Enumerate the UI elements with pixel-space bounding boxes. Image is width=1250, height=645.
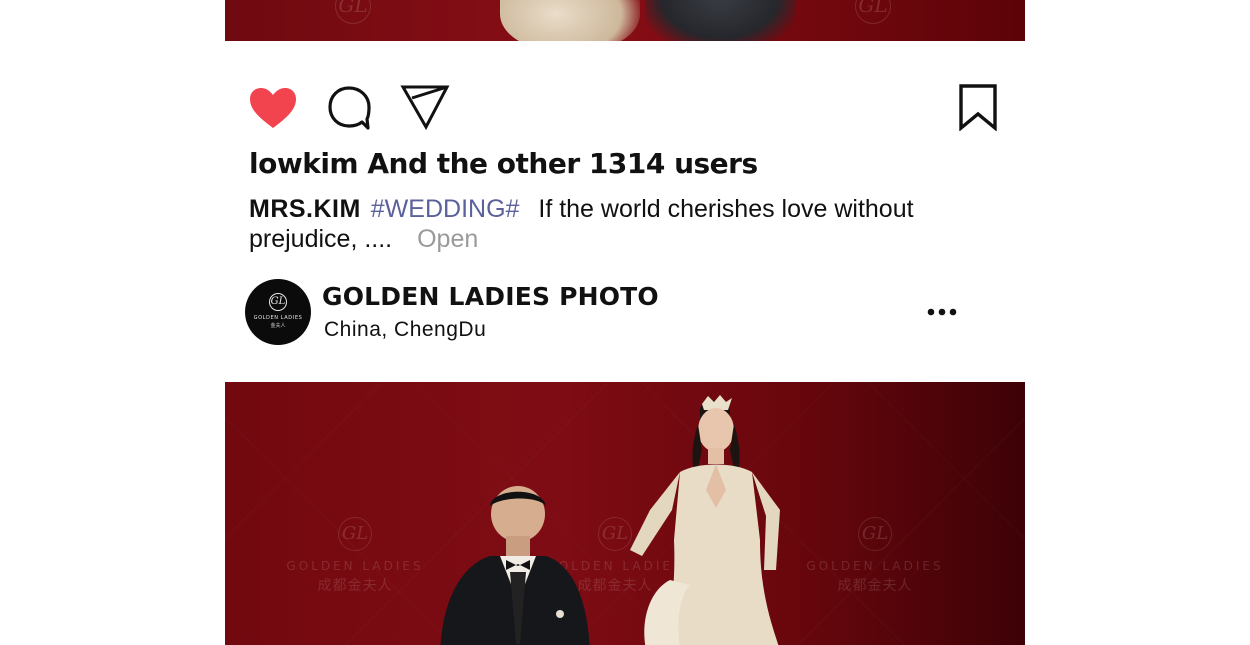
photo-watermark: GL GOLDEN LADIES 成都金夫人 <box>285 517 425 595</box>
account-name[interactable]: GOLDEN LADIES PHOTO <box>322 282 659 311</box>
more-options-button[interactable] <box>926 302 958 322</box>
post-photo[interactable]: GL GOLDEN LADIES 成都金夫人 GL GOLDEN LADIES … <box>225 382 1025 645</box>
previous-post-photo[interactable]: GL GL <box>225 0 1025 41</box>
photo-groom-suit <box>645 0 795 41</box>
avatar[interactable]: GL GOLDEN LADIES 金夫人 <box>245 279 311 345</box>
watermark-brand-en: GOLDEN LADIES <box>806 559 944 573</box>
caption-author[interactable]: MRS.KIM <box>249 195 361 223</box>
caption-open-link[interactable]: Open <box>417 225 478 253</box>
photo-watermark: GL GOLDEN LADIES 成都金夫人 <box>805 517 945 595</box>
bookmark-icon <box>959 84 997 132</box>
more-dots-icon <box>927 308 957 316</box>
watermark-brand-en: GOLDEN LADIES <box>286 559 424 573</box>
watermark-logo: GL <box>855 0 891 24</box>
paper-plane-icon <box>400 85 450 131</box>
watermark-logo: GL <box>335 0 371 24</box>
like-button[interactable] <box>248 86 298 130</box>
post-caption: MRS.KIM #WEDDING# If the world cherishes… <box>249 194 949 254</box>
photo-bride <box>630 395 780 645</box>
watermark-brand-cn: 成都金夫人 <box>837 578 913 594</box>
post-view: GL GL lowkim And the other 1314 users MR… <box>0 0 1250 645</box>
avatar-brand-text: GOLDEN LADIES <box>253 315 303 321</box>
watermark-brand-cn: 成都金夫人 <box>317 578 393 594</box>
save-button[interactable] <box>958 84 998 132</box>
photo-groom <box>440 486 590 645</box>
account-location[interactable]: China, ChengDu <box>324 318 486 342</box>
avatar-brand-sub: 金夫人 <box>270 323 286 329</box>
comment-bubble-icon <box>328 86 371 130</box>
watermark-logo: GL <box>858 517 892 551</box>
avatar-monogram: GL <box>269 293 287 311</box>
photo-bride-dress <box>500 0 640 41</box>
comment-button[interactable] <box>326 85 372 131</box>
caption-hashtag[interactable]: #WEDDING# <box>371 195 520 223</box>
likes-summary[interactable]: lowkim And the other 1314 users <box>249 147 758 180</box>
share-button[interactable] <box>400 84 450 131</box>
watermark-logo: GL <box>338 517 372 551</box>
heart-icon <box>250 88 296 128</box>
